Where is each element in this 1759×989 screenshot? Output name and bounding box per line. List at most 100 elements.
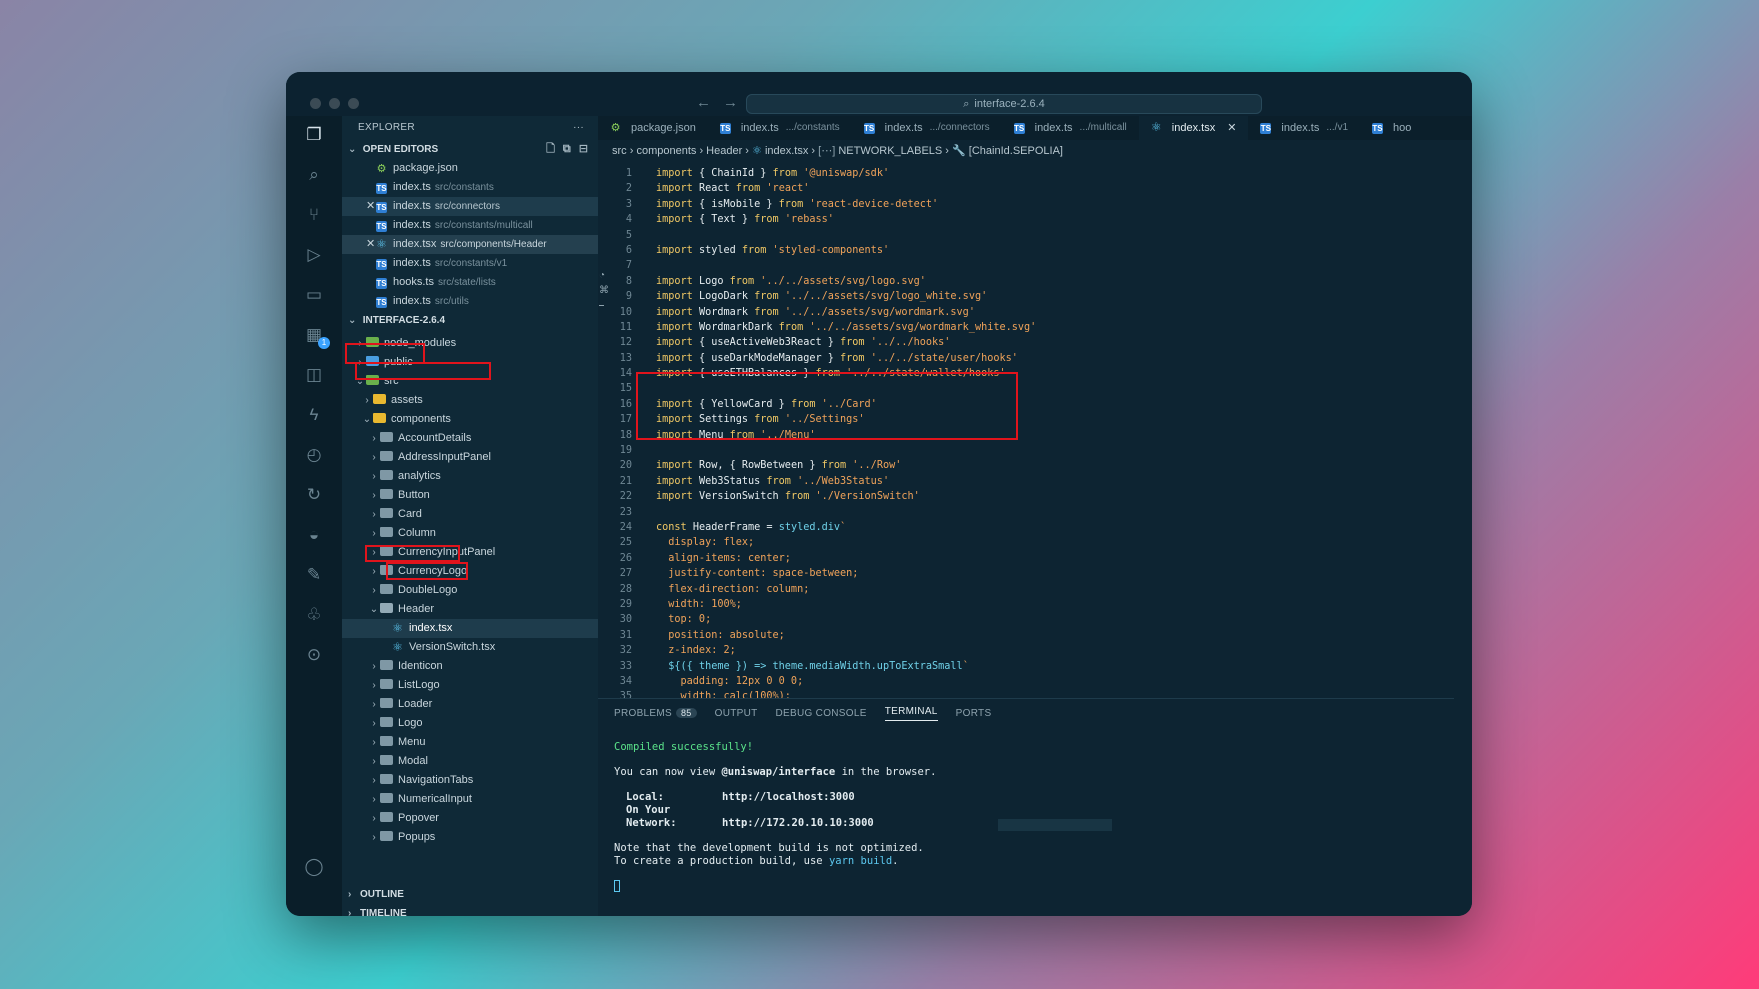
tree-folder-item[interactable]: › Menu	[342, 733, 598, 752]
live-share-icon[interactable]: ↻	[303, 484, 325, 506]
breadcrumb-item[interactable]: Header	[706, 145, 742, 157]
tree-folder-item[interactable]: › Logo	[342, 714, 598, 733]
tree-folder-item[interactable]: › AddressInputPanel	[342, 448, 598, 467]
code-token: width: calc(100%);	[656, 691, 791, 698]
tree-folder-node-modules[interactable]: › node_modules	[342, 334, 598, 353]
editor-tab[interactable]: TS index.ts .../connectors	[852, 116, 1002, 140]
code-token: import	[656, 337, 699, 349]
minimize-dot[interactable]	[329, 98, 340, 109]
lightning-icon[interactable]: ϟ	[303, 404, 325, 426]
tree-folder-assets[interactable]: › assets	[342, 391, 598, 410]
editor-tab[interactable]: TS hoo	[1360, 116, 1423, 140]
editor-tab[interactable]: TS index.ts .../multicall	[1002, 116, 1139, 140]
open-editors-section[interactable]: ⌄ OPEN EDITORS 🗋 ⧉ ⊟	[342, 140, 598, 159]
tab-terminal[interactable]: TERMINAL	[884, 706, 938, 721]
open-editor-item[interactable]: TS hooks.ts src/state/lists	[342, 273, 598, 292]
explorer-sidebar: EXPLORER ··· ⌄ OPEN EDITORS 🗋 ⧉ ⊟ ⚙ packa…	[342, 116, 598, 916]
timeline-icon[interactable]: ◴	[303, 444, 325, 466]
forward-arrow-icon[interactable]: →	[723, 94, 738, 111]
chevron-right-icon: ›	[372, 509, 376, 520]
code-line: 22 import VersionSwitch from './VersionSw…	[598, 489, 1472, 504]
open-editor-item[interactable]: TS index.ts src/constants/multicall	[342, 216, 598, 235]
tree-file-index-tsx[interactable]: ⚛ index.tsx	[342, 619, 598, 638]
breadcrumb-item[interactable]: [ChainId.SEPOLIA]	[969, 145, 1063, 157]
tree-folder-item[interactable]: › CurrencyLogo	[342, 562, 598, 581]
editor-tab[interactable]: TS index.ts .../v1	[1248, 116, 1360, 140]
run-debug-icon[interactable]: ▷	[303, 244, 325, 266]
maximize-dot[interactable]	[348, 98, 359, 109]
tab-problems[interactable]: PROBLEMS 85	[614, 707, 697, 719]
close-icon[interactable]: ✕	[366, 197, 375, 216]
new-file-icon[interactable]: 🗋	[546, 140, 555, 159]
tab-debug-console[interactable]: DEBUG CONSOLE	[776, 708, 867, 719]
tree-icon[interactable]: ♧	[303, 604, 325, 626]
chevron-right-icon: ›	[372, 832, 376, 843]
code-token: from	[735, 183, 767, 195]
extensions-icon[interactable]: ▦ 1	[303, 324, 330, 349]
open-editor-item[interactable]: TS index.ts src/utils	[342, 292, 598, 311]
tree-folder-item[interactable]: › Popups	[342, 828, 598, 847]
code-line: 15	[598, 381, 1472, 396]
account-icon[interactable]: ◯	[303, 856, 325, 878]
back-arrow-icon[interactable]: ←	[696, 94, 711, 111]
close-dot[interactable]	[310, 98, 321, 109]
close-all-icon[interactable]: ⊟	[579, 140, 588, 159]
tree-folder-item[interactable]: › Modal	[342, 752, 598, 771]
editor-tab[interactable]: TS index.ts .../constants	[708, 116, 852, 140]
lightbulb-icon[interactable]: ⌘	[599, 285, 609, 300]
tab-ports[interactable]: PORTS	[956, 708, 992, 719]
remote-explorer-icon[interactable]: ▭	[303, 284, 325, 306]
open-editor-item[interactable]: TS index.ts src/constants/v1	[342, 254, 598, 273]
open-editor-item[interactable]: ⚙ package.json	[342, 159, 598, 178]
search-icon[interactable]: ⌕	[303, 164, 325, 186]
tree-folder-src[interactable]: ⌄ src	[342, 372, 598, 391]
save-all-icon[interactable]: ⧉	[563, 140, 571, 159]
tree-folder-item[interactable]: › CurrencyInputPanel	[342, 543, 598, 562]
outline-section[interactable]: › OUTLINE	[342, 885, 598, 904]
docker-icon[interactable]: ◒	[303, 524, 325, 546]
fold-icon[interactable]: ⎯	[599, 300, 609, 315]
pin-icon[interactable]: ⊙	[303, 644, 325, 666]
editor-tab[interactable]: ⚙ package.json	[598, 116, 708, 140]
tree-folder-item[interactable]: › Button	[342, 486, 598, 505]
tree-folder-item[interactable]: › Identicon	[342, 657, 598, 676]
command-center[interactable]: ⌕ interface-2.6.4	[746, 94, 1262, 114]
open-editor-item[interactable]: ✕ ⚛ index.tsx src/components/Header	[342, 235, 598, 254]
tree-folder-item[interactable]: › analytics	[342, 467, 598, 486]
code-editor[interactable]: 1 import { ChainId } from '@uniswap/sdk' 2…	[598, 166, 1472, 698]
code-token: theme	[698, 660, 730, 672]
inline-chat-icon[interactable]: ◔	[599, 270, 609, 285]
tree-folder-item[interactable]: › Popover	[342, 809, 598, 828]
breadcrumb-item[interactable]: src	[612, 145, 627, 157]
close-icon[interactable]: ✕	[366, 235, 375, 254]
editor-tab[interactable]: ⚛ index.tsx ✕	[1138, 116, 1249, 140]
tree-file-versionswitch[interactable]: ⚛ VersionSwitch.tsx	[342, 638, 598, 657]
tree-folder-header[interactable]: ⌄ Header	[342, 600, 598, 619]
tree-folder-item[interactable]: › Column	[342, 524, 598, 543]
tree-folder-item[interactable]: › ListLogo	[342, 676, 598, 695]
git-graph-icon[interactable]: ◫	[303, 364, 325, 386]
project-section[interactable]: ⌄ INTERFACE-2.6.4	[342, 311, 598, 330]
explorer-icon[interactable]: ❐	[303, 124, 325, 146]
tab-output[interactable]: OUTPUT	[715, 708, 758, 719]
open-editor-item[interactable]: ✕ TS index.ts src/connectors	[342, 197, 598, 216]
close-icon[interactable]: ✕	[1227, 116, 1236, 140]
more-actions-icon[interactable]: ···	[573, 116, 584, 140]
tree-folder-item[interactable]: › AccountDetails	[342, 429, 598, 448]
breadcrumb-item[interactable]: components	[636, 145, 696, 157]
brush-icon[interactable]: ✎	[303, 564, 325, 586]
breadcrumb-item[interactable]: index.tsx	[765, 145, 808, 157]
tree-folder-item[interactable]: › NavigationTabs	[342, 771, 598, 790]
source-control-icon[interactable]: ⑂	[303, 204, 325, 226]
tree-folder-item[interactable]: › DoubleLogo	[342, 581, 598, 600]
tree-folder-item[interactable]: › Card	[342, 505, 598, 524]
breadcrumb-item[interactable]: NETWORK_LABELS	[838, 145, 942, 157]
folder-icon	[380, 470, 393, 480]
tree-folder-item[interactable]: › Loader	[342, 695, 598, 714]
tree-folder-item[interactable]: › NumericalInput	[342, 790, 598, 809]
tree-folder-components[interactable]: ⌄ components	[342, 410, 598, 429]
terminal-output[interactable]: Compiled successfully! You can now view …	[598, 727, 1454, 907]
timeline-section[interactable]: › TIMELINE	[342, 904, 598, 916]
open-editor-item[interactable]: TS index.ts src/constants	[342, 178, 598, 197]
tree-folder-public[interactable]: › public	[342, 353, 598, 372]
